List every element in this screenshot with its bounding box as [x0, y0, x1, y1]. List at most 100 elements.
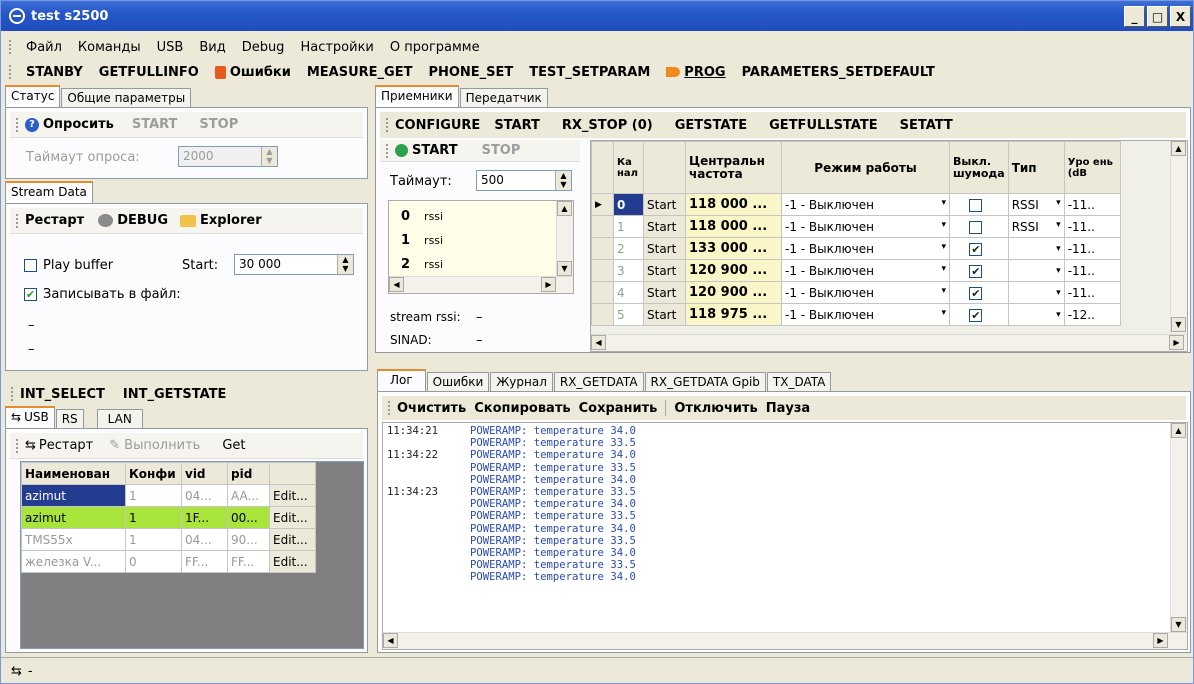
getfullstate-button[interactable]: GETFULLSTATE — [769, 118, 877, 133]
row-header[interactable]: ▶ — [591, 193, 614, 216]
device-name-cell[interactable]: azimut — [21, 484, 126, 507]
squelch-checkbox[interactable]: ✔ — [969, 308, 983, 322]
col-vid[interactable]: vid — [181, 462, 228, 485]
menu-about[interactable]: О программе — [382, 40, 488, 55]
tab-rx-getdata[interactable]: RX_GETDATA — [553, 372, 644, 391]
squelch-checkbox[interactable]: ✔ — [969, 264, 983, 278]
mode-select[interactable]: -1 - Выключен ▾ — [781, 259, 950, 282]
channel-row[interactable]: 2 Start 133 000 ... -1 - Выключен ▾ ✔ ▾ -11.. — [591, 237, 1121, 260]
scroll-down-icon[interactable]: ▼ — [557, 261, 572, 276]
scroll-down-icon[interactable]: ▼ — [1171, 317, 1186, 332]
explorer-button[interactable]: Explorer — [200, 213, 262, 228]
rssi-item[interactable]: 2 rssi — [401, 257, 443, 272]
edit-button[interactable]: Edit... — [273, 533, 308, 547]
menu-usb[interactable]: USB — [149, 40, 192, 55]
usb-device-row[interactable]: железка V... 0 FF... FF... Edit... — [21, 550, 316, 573]
type-select[interactable]: ▾ — [1007, 237, 1065, 260]
mode-select[interactable]: -1 - Выключен ▾ — [781, 237, 950, 260]
chevron-down-icon[interactable]: ▾ — [941, 242, 946, 252]
rx-start-button[interactable]: START — [494, 118, 540, 133]
col-level[interactable]: Уро ень (dB — [1063, 141, 1121, 194]
row-header[interactable] — [591, 281, 614, 304]
row-header[interactable] — [591, 237, 614, 260]
scroll-right-icon[interactable]: ▶ — [1153, 633, 1168, 648]
tab-lan[interactable]: LAN — [96, 409, 143, 428]
log-vscroll[interactable]: ▲ ▼ — [1170, 423, 1187, 633]
usb-device-row[interactable]: TMS55x 1 04... 90... Edit... — [21, 528, 316, 551]
rx-stop-button[interactable]: RX_STOP (0) — [562, 118, 653, 133]
channel-cell[interactable]: 0 — [613, 193, 644, 216]
scroll-right-icon[interactable]: ▶ — [541, 277, 556, 292]
usb-device-row[interactable]: azimut 1 04... AA... Edit... — [21, 484, 316, 507]
channel-cell[interactable]: 1 — [613, 215, 644, 238]
usb-restart-button[interactable]: Рестарт — [39, 438, 93, 453]
squelch-cell[interactable]: ✔ — [949, 237, 1009, 260]
edit-button[interactable]: Edit... — [273, 555, 308, 569]
execute-button[interactable]: Выполнить — [124, 438, 200, 453]
channel-start-button[interactable]: Start — [647, 220, 676, 234]
tab-rs[interactable]: RS — [55, 409, 84, 428]
play-buffer-option[interactable]: Play buffer — [24, 258, 113, 273]
device-name-cell[interactable]: железка V... — [21, 550, 126, 573]
mode-select[interactable]: -1 - Выключен ▾ — [781, 193, 950, 216]
tab-general-params[interactable]: Общие параметры — [61, 88, 192, 107]
channel-row[interactable]: 1 Start 118 000 ... -1 - Выключен ▾ RSSI ▾ -11.… — [591, 215, 1121, 238]
edit-button[interactable]: Edit... — [273, 511, 308, 525]
clear-button[interactable]: Очистить — [397, 401, 466, 416]
channel-row[interactable]: 3 Start 120 900 ... -1 - Выключен ▾ ✔ ▾ -11.. — [591, 259, 1121, 282]
scroll-right-icon[interactable]: ▶ — [1169, 335, 1184, 350]
get-button[interactable]: Get — [222, 438, 245, 453]
scroll-left-icon[interactable]: ◀ — [383, 633, 398, 648]
col-frequency[interactable]: Центральн частота — [685, 141, 782, 194]
col-mode[interactable]: Режим работы — [781, 141, 950, 194]
tab-status[interactable]: Статус — [5, 85, 61, 107]
device-vid-cell[interactable]: FF... — [181, 550, 228, 573]
menu-debug[interactable]: Debug — [234, 40, 293, 55]
channel-start-button[interactable]: Start — [647, 242, 676, 256]
poll-timeout-spinner[interactable]: ▲ ▼ — [261, 147, 277, 166]
channel-row[interactable]: 5 Start 118 975 ... -1 - Выключен ▾ ✔ ▾ -12.. — [591, 303, 1121, 326]
col-channel[interactable]: Ка нал — [613, 141, 644, 194]
chevron-down-icon[interactable]: ▾ — [1056, 244, 1061, 254]
type-select[interactable]: ▾ — [1007, 303, 1065, 326]
chevron-down-icon[interactable]: ▾ — [1056, 220, 1061, 230]
scroll-up-icon[interactable]: ▲ — [1171, 141, 1186, 156]
start-spinner[interactable]: ▲ ▼ — [337, 255, 353, 274]
tab-stream-data[interactable]: Stream Data — [5, 181, 93, 203]
tab-rx-getdata-gpib[interactable]: RX_GETDATA Gpib — [644, 372, 766, 391]
stanby-button[interactable]: STANBY — [18, 65, 91, 80]
channel-start-button[interactable]: Start — [647, 198, 676, 212]
tab-usb[interactable]: ⇆ USB — [5, 406, 55, 428]
squelch-cell[interactable] — [949, 193, 1009, 216]
query-button[interactable]: Опросить — [43, 117, 114, 132]
frequency-cell[interactable]: 118 975 ... — [685, 303, 782, 326]
write-file-option[interactable]: ✔ Записывать в файл: — [24, 287, 181, 302]
close-button[interactable]: X — [1170, 6, 1191, 27]
setatt-button[interactable]: SETATT — [900, 118, 953, 133]
type-select[interactable]: ▾ — [1007, 259, 1065, 282]
col-pid[interactable]: pid — [227, 462, 270, 485]
channel-row[interactable]: ▶ 0 Start 118 000 ... -1 - Выключен ▾ RSSI ▾ -11… — [591, 193, 1121, 216]
col-name[interactable]: Наименован — [21, 462, 126, 485]
chevron-down-icon[interactable]: ▾ — [941, 286, 946, 296]
channel-cell[interactable]: 4 — [613, 281, 644, 304]
rssi-item[interactable]: 0 rssi — [401, 209, 443, 224]
scroll-down-icon[interactable]: ▼ — [1171, 617, 1186, 632]
row-header[interactable] — [591, 215, 614, 238]
sub-stop-button[interactable]: STOP — [482, 143, 521, 158]
level-cell[interactable]: -11.. — [1063, 281, 1121, 304]
rssi-vscroll[interactable]: ▲ ▼ — [556, 201, 573, 277]
frequency-cell[interactable]: 120 900 ... — [685, 259, 782, 282]
menu-commands[interactable]: Команды — [70, 40, 149, 55]
write-file-checkbox[interactable]: ✔ — [24, 288, 37, 301]
debug-button[interactable]: DEBUG — [117, 213, 168, 228]
scroll-left-icon[interactable]: ◀ — [591, 335, 606, 350]
scroll-left-icon[interactable]: ◀ — [389, 277, 404, 292]
type-select[interactable]: RSSI ▾ — [1007, 193, 1065, 216]
frequency-cell[interactable]: 118 000 ... — [685, 193, 782, 216]
getfullinfo-button[interactable]: GETFULLINFO — [91, 65, 207, 80]
tab-tx-data[interactable]: TX_DATA — [766, 372, 832, 391]
tab-errors[interactable]: Ошибки — [426, 372, 490, 391]
device-config-cell[interactable]: 1 — [125, 528, 182, 551]
rssi-item[interactable]: 1 rssi — [401, 233, 443, 248]
